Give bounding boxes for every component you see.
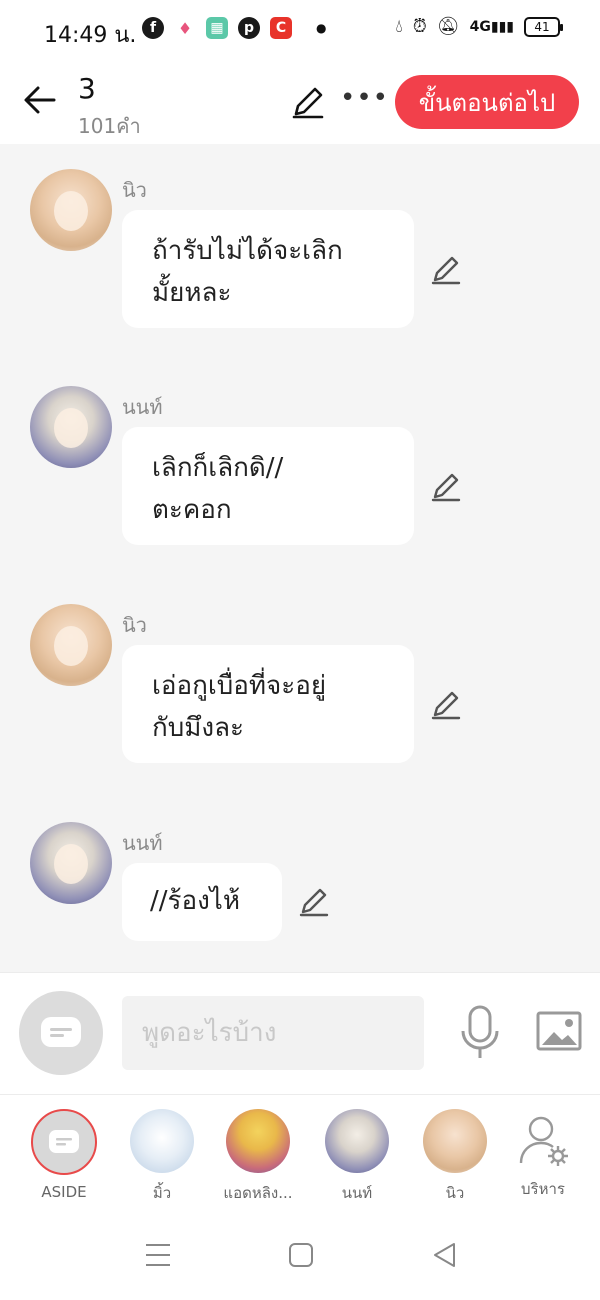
system-navigation-bar <box>0 1210 600 1300</box>
battery-icon: 41 <box>524 16 563 37</box>
character-selector: ASIDE มิ้ว แอดหลิง... นนท์ นิว บริหาร <box>0 1094 600 1210</box>
chat-bubble-icon <box>49 1130 79 1153</box>
home-icon[interactable] <box>286 1240 316 1270</box>
character-aside[interactable]: ASIDE <box>16 1109 112 1201</box>
status-time: 14:49 น. <box>44 23 137 48</box>
message-bubble[interactable]: เอ่อกูเบื่อที่จะอยู่ กับมึงละ <box>122 645 414 763</box>
sender-name: นนท์ <box>122 831 163 855</box>
arrow-left-icon <box>24 86 56 114</box>
message-bubble[interactable]: ถ้ารับไม่ได้จะเลิก มั้ยหละ <box>122 210 414 328</box>
chat-bubble-icon <box>41 1017 81 1047</box>
avatar-niw[interactable] <box>30 169 112 251</box>
app-header: 3 101คำ ••• ขั้นตอนต่อไป <box>0 62 600 144</box>
character-label: นิว <box>445 1184 465 1202</box>
sender-name: นิว <box>122 178 147 202</box>
sender-name: นนท์ <box>122 395 163 419</box>
edit-title-button[interactable] <box>290 84 326 120</box>
message-bubble[interactable]: เลิกก็เลิกดิ// ตะคอก <box>122 427 414 545</box>
edit-message-icon[interactable] <box>430 254 462 286</box>
system-icons: 💧︎ ⏰︎ 🔕︎ 4G▮▮▮ 41 <box>395 16 563 37</box>
image-icon <box>536 1011 582 1051</box>
mute-icon: 🔕︎ <box>436 16 460 37</box>
avatar-niw[interactable] <box>30 604 112 686</box>
edit-message-icon[interactable] <box>430 471 462 503</box>
microphone-button[interactable] <box>458 1005 502 1061</box>
pencil-icon <box>292 87 324 119</box>
chapter-title: 3 <box>78 72 96 105</box>
avatar-non[interactable] <box>30 822 112 904</box>
microphone-icon <box>461 1005 499 1058</box>
status-bar: 14:49 น. f ♦ ▦ p C ● 💧︎ ⏰︎ 🔕︎ 4G▮▮▮ 41 <box>0 0 600 62</box>
avatar <box>423 1109 487 1173</box>
edit-message-icon[interactable] <box>430 689 462 721</box>
avatar <box>325 1109 389 1173</box>
image-button[interactable] <box>536 1011 582 1055</box>
c-app-icon: C <box>270 17 292 39</box>
avatar-non[interactable] <box>30 386 112 468</box>
character-mew[interactable]: มิ้ว <box>114 1109 210 1205</box>
more-options-button[interactable]: ••• <box>340 84 388 120</box>
avatar <box>130 1109 194 1173</box>
sender-name: นิว <box>122 613 147 637</box>
character-label: บริหาร <box>521 1180 565 1198</box>
edit-message-icon[interactable] <box>298 886 330 918</box>
more-notifications-dot: ● <box>316 21 327 35</box>
drop-icon: 💧︎ <box>395 16 403 37</box>
character-admin-ling[interactable]: แอดหลิง... <box>210 1109 306 1205</box>
tinder-icon: ♦ <box>174 17 196 39</box>
character-label: แอดหลิง... <box>223 1184 293 1202</box>
aside-avatar <box>31 1109 97 1175</box>
pinterest-icon: p <box>238 17 260 39</box>
calculator-icon: ▦ <box>206 17 228 39</box>
character-label: นนท์ <box>341 1184 373 1202</box>
facebook-icon: f <box>142 17 164 39</box>
4g-signal-icon: 4G▮▮▮ <box>469 18 514 35</box>
notification-icons: f ♦ ▦ p C ● <box>142 17 326 39</box>
character-non[interactable]: นนท์ <box>309 1109 405 1205</box>
manage-characters-button[interactable]: บริหาร <box>495 1109 591 1201</box>
message-input[interactable] <box>122 996 424 1070</box>
word-count: 101คำ <box>78 114 141 138</box>
character-label: ASIDE <box>41 1183 87 1201</box>
back-button[interactable] <box>22 82 58 118</box>
message-bubble[interactable]: //ร้องไห้ <box>122 863 282 941</box>
character-label: มิ้ว <box>152 1184 172 1202</box>
aside-toggle-button[interactable] <box>19 991 103 1075</box>
back-triangle-icon[interactable] <box>430 1240 460 1270</box>
message-input-bar <box>0 972 600 1094</box>
menu-icon[interactable] <box>143 1240 173 1270</box>
chat-area: นิว ถ้ารับไม่ได้จะเลิก มั้ยหละ นนท์ เลิก… <box>0 144 600 972</box>
next-step-button[interactable]: ขั้นตอนต่อไป <box>395 75 579 129</box>
user-settings-icon <box>519 1116 568 1166</box>
avatar <box>226 1109 290 1173</box>
alarm-icon: ⏰︎ <box>412 16 427 37</box>
character-niw[interactable]: นิว <box>407 1109 503 1205</box>
